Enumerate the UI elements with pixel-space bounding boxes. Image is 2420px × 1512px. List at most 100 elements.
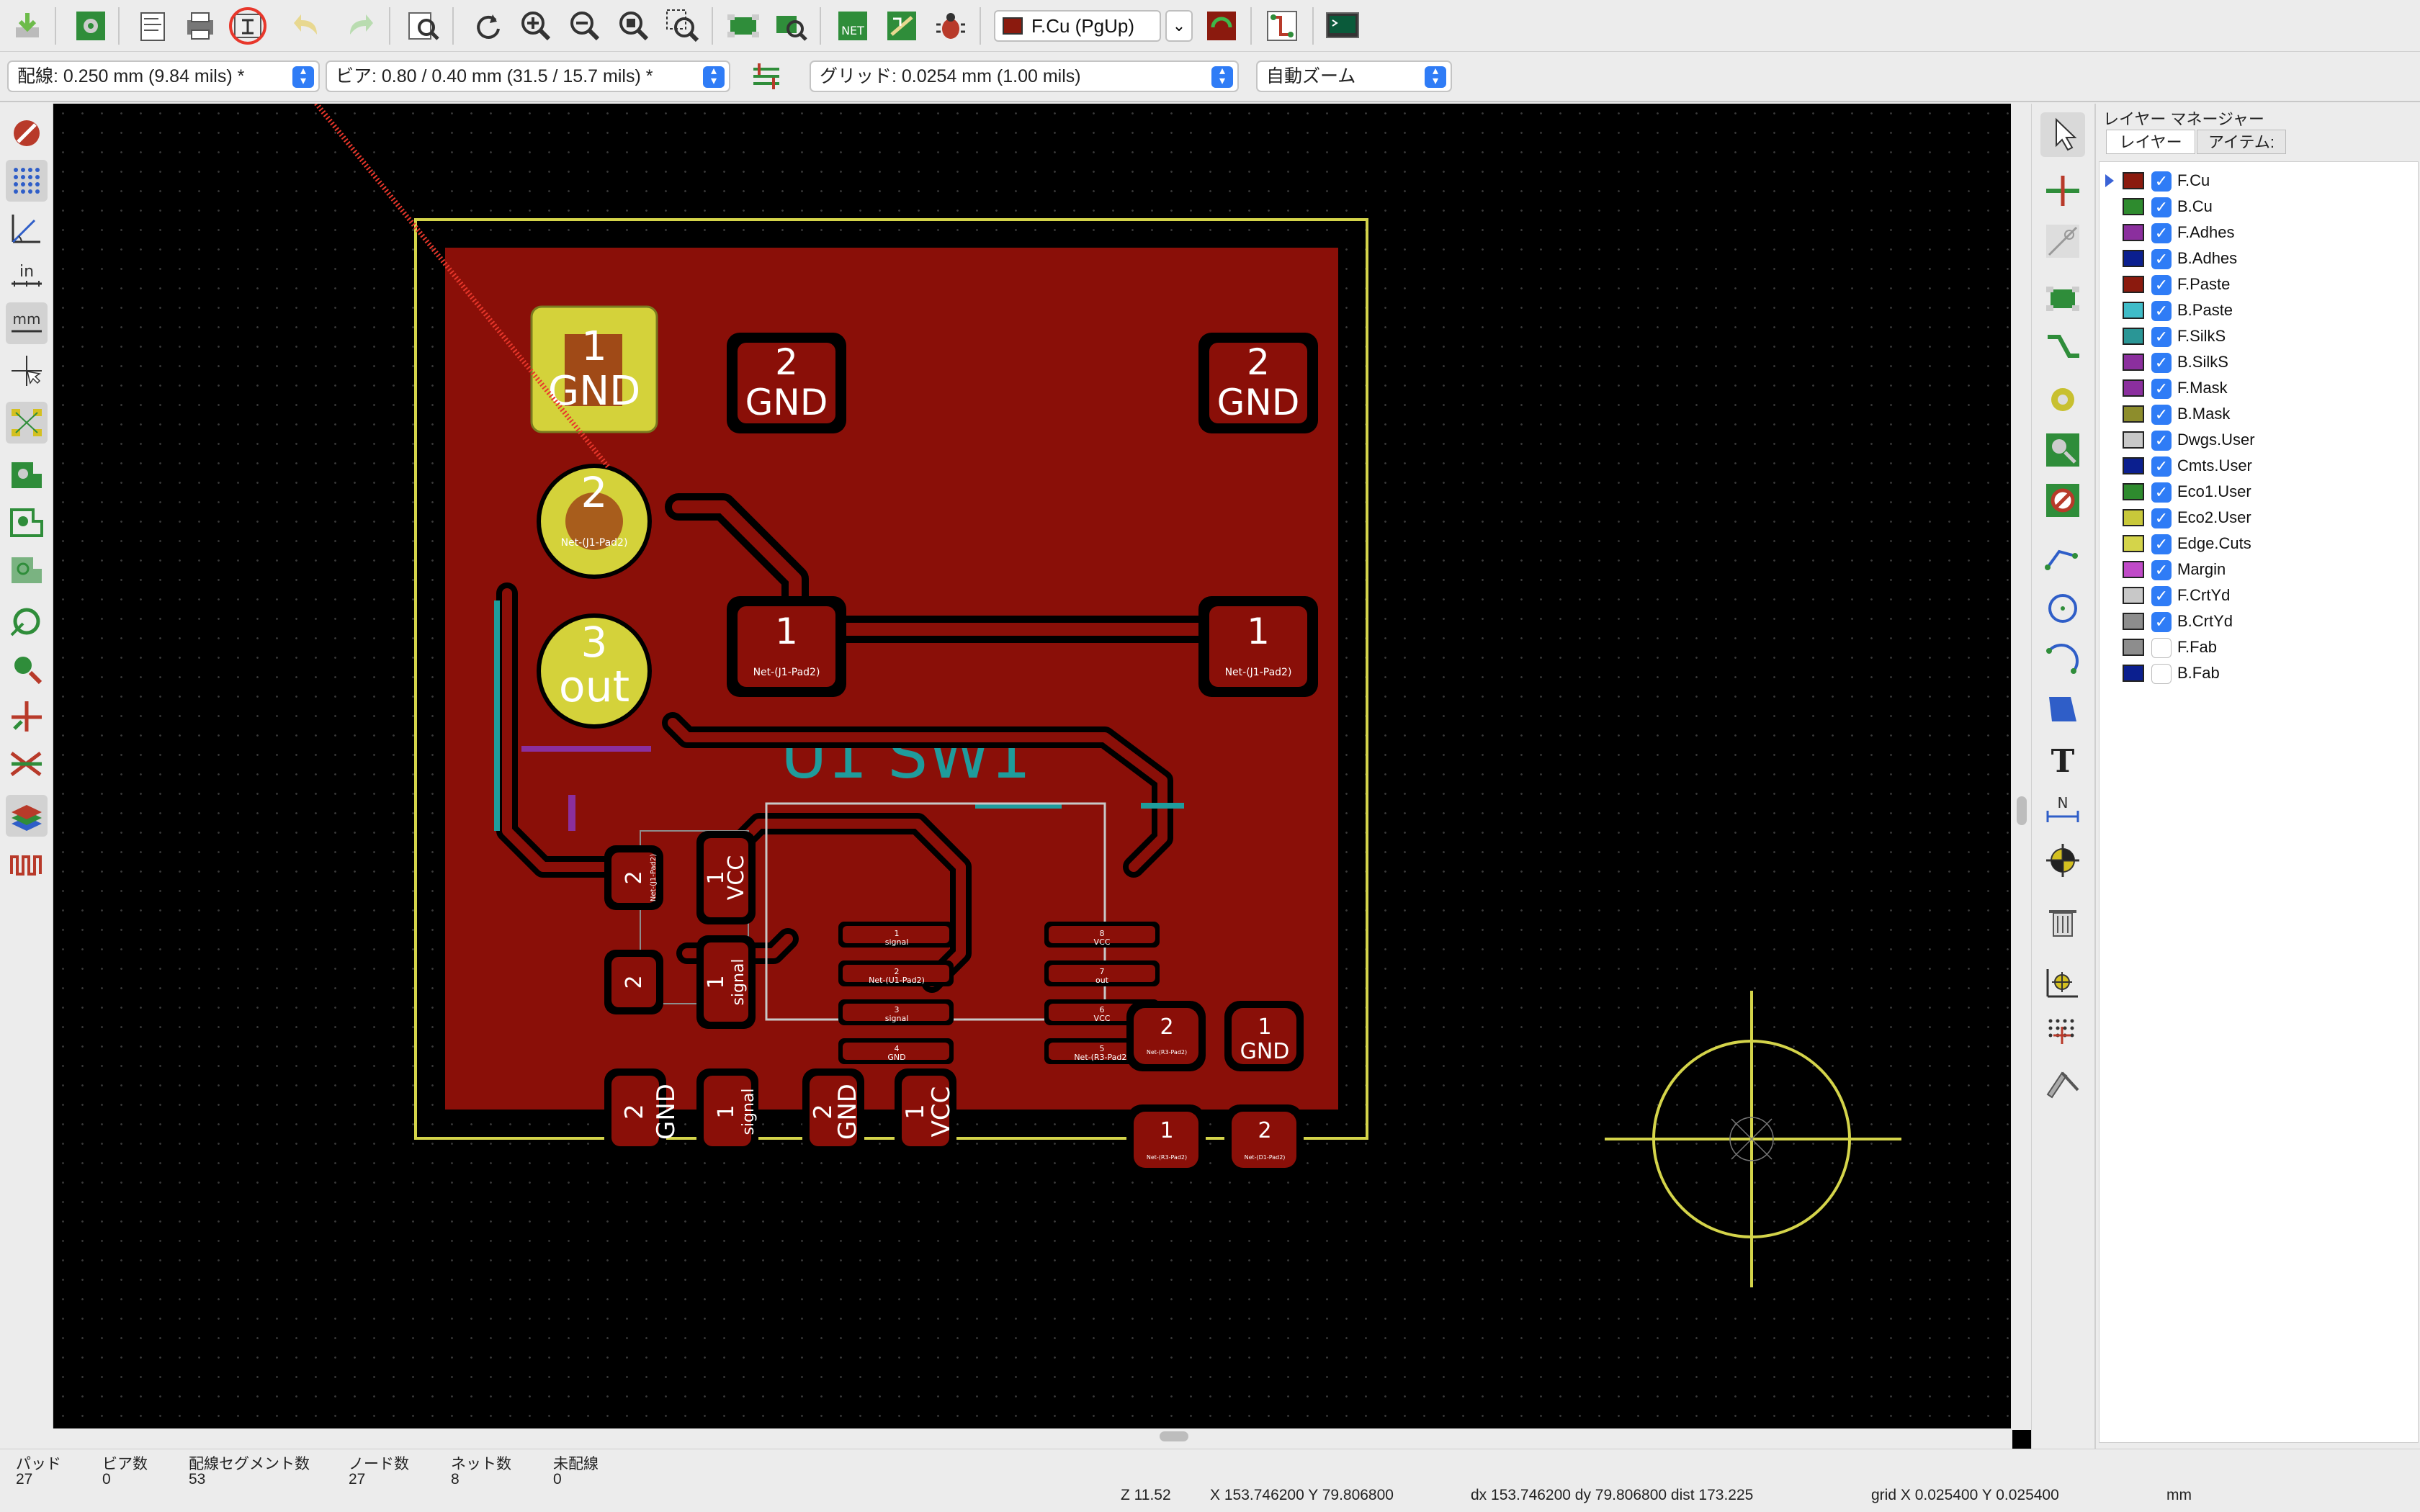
delete-icon[interactable] (2040, 900, 2085, 945)
layer-color-swatch[interactable] (2123, 198, 2144, 215)
layer-color-swatch[interactable] (2123, 354, 2144, 371)
via-sketch-icon[interactable] (6, 648, 48, 690)
zone-outline-icon[interactable] (6, 501, 48, 543)
grid-origin-icon[interactable] (2040, 1011, 2085, 1056)
measure-icon[interactable] (2040, 1061, 2085, 1106)
add-target-icon[interactable] (2040, 838, 2085, 883)
layer-color-swatch[interactable] (2123, 224, 2144, 241)
save-icon[interactable] (7, 6, 48, 46)
cursor-shape-icon[interactable] (6, 350, 48, 392)
layer-row[interactable]: B.Fab (2099, 660, 2416, 686)
track-sketch-icon[interactable] (6, 696, 48, 737)
redo-icon[interactable] (339, 6, 379, 46)
layer-visibility-checkbox[interactable] (2151, 638, 2172, 658)
vertical-scrollbar-thumb[interactable] (2017, 796, 2027, 825)
layer-row[interactable]: ✓ F.Adhes (2099, 220, 2416, 246)
find-icon[interactable] (403, 6, 444, 46)
polar-coords-icon[interactable] (6, 207, 48, 249)
layer-row[interactable]: ✓ F.Mask (2099, 375, 2416, 401)
layer-color-swatch[interactable] (2123, 276, 2144, 293)
netlist-icon[interactable]: NET (833, 6, 873, 46)
layer-row[interactable]: ✓ B.Paste (2099, 297, 2416, 323)
layer-color-swatch[interactable] (2123, 405, 2144, 423)
layer-visibility-checkbox[interactable]: ✓ (2151, 353, 2172, 373)
add-keepout-icon[interactable] (2040, 478, 2085, 523)
add-zone-icon[interactable] (2040, 428, 2085, 472)
draw-line-icon[interactable] (2040, 536, 2085, 580)
update-pcb-icon[interactable] (882, 6, 922, 46)
layer-color-swatch[interactable] (2123, 379, 2144, 397)
layer-row[interactable]: ✓ B.Mask (2099, 401, 2416, 427)
zoom-in-icon[interactable] (516, 6, 556, 46)
layer-color-swatch[interactable] (2123, 431, 2144, 449)
page-settings-icon[interactable] (133, 6, 173, 46)
local-ratsnest-icon[interactable] (2040, 219, 2085, 264)
drc-icon[interactable] (931, 6, 971, 46)
layer-visibility-checkbox[interactable]: ✓ (2151, 482, 2172, 503)
high-contrast-icon[interactable] (6, 743, 48, 785)
layer-row[interactable]: ✓ B.Adhes (2099, 246, 2416, 271)
layer-row[interactable]: ✓ Cmts.User (2099, 453, 2416, 479)
route-track-icon[interactable] (2040, 327, 2085, 372)
add-text-icon[interactable]: T (2040, 737, 2085, 782)
layer-color-swatch[interactable] (2123, 587, 2144, 604)
auto-width-icon[interactable] (746, 56, 786, 96)
layer-visibility-checkbox[interactable]: ✓ (2151, 508, 2172, 528)
grid-select[interactable]: グリッド: 0.0254 mm (1.00 mils) ▴ ▾ (810, 60, 1239, 92)
footprint-editor-icon[interactable] (723, 6, 763, 46)
grid-toggle-icon[interactable] (6, 160, 48, 202)
drc-markers-icon[interactable] (6, 112, 48, 154)
layer-pair-icon[interactable] (1201, 6, 1242, 46)
plot-icon[interactable] (228, 6, 268, 46)
layer-row[interactable]: ✓ F.CrtYd (2099, 582, 2416, 608)
layer-visibility-checkbox[interactable] (2151, 664, 2172, 684)
units-mm-icon[interactable]: mm (6, 302, 48, 344)
add-footprint-icon[interactable] (2040, 276, 2085, 321)
layer-row[interactable]: ✓ Eco1.User (2099, 479, 2416, 505)
layer-row[interactable]: ✓ F.Cu (2099, 168, 2416, 194)
layer-row[interactable]: ✓ Eco2.User (2099, 505, 2416, 531)
layer-color-swatch[interactable] (2123, 509, 2144, 526)
layer-visibility-checkbox[interactable]: ✓ (2151, 327, 2172, 347)
layer-row[interactable]: F.Fab (2099, 634, 2416, 660)
layer-visibility-checkbox[interactable]: ✓ (2151, 301, 2172, 321)
horizontal-scrollbar-thumb[interactable] (1160, 1431, 1188, 1441)
active-layer-select[interactable]: F.Cu (PgUp) (994, 10, 1161, 42)
select-arrow-icon[interactable] (2040, 112, 2085, 157)
layer-visibility-checkbox[interactable]: ✓ (2151, 586, 2172, 606)
layer-row[interactable]: ✓ Dwgs.User (2099, 427, 2416, 453)
draw-circle-icon[interactable] (2040, 586, 2085, 631)
layer-visibility-checkbox[interactable]: ✓ (2151, 612, 2172, 632)
drill-origin-icon[interactable] (2040, 960, 2085, 1005)
layer-color-swatch[interactable] (2123, 302, 2144, 319)
via-size-select[interactable]: ビア: 0.80 / 0.40 mm (31.5 / 15.7 mils) * … (326, 60, 730, 92)
highlight-net-icon[interactable] (2040, 168, 2085, 213)
layer-row[interactable]: ✓ F.SilkS (2099, 323, 2416, 349)
layer-color-swatch[interactable] (2123, 561, 2144, 578)
layer-visibility-checkbox[interactable]: ✓ (2151, 431, 2172, 451)
microwave-toolbar-icon[interactable] (6, 842, 48, 884)
layer-row[interactable]: ✓ Margin (2099, 557, 2416, 582)
add-via-icon[interactable] (2040, 377, 2085, 422)
units-inch-icon[interactable]: in (6, 255, 48, 297)
scripting-console-icon[interactable] (1322, 6, 1363, 46)
layer-visibility-checkbox[interactable]: ✓ (2151, 223, 2172, 243)
layer-color-swatch[interactable] (2123, 665, 2144, 682)
pad-sketch-icon[interactable] (6, 600, 48, 642)
microwave-icon[interactable] (1262, 6, 1302, 46)
zone-sketch-icon[interactable] (6, 549, 48, 590)
layer-row[interactable]: ✓ Edge.Cuts (2099, 531, 2416, 557)
layer-visibility-checkbox[interactable]: ✓ (2151, 197, 2172, 217)
layer-visibility-checkbox[interactable]: ✓ (2151, 456, 2172, 477)
zoom-fit-icon[interactable] (614, 6, 654, 46)
layer-row[interactable]: ✓ B.CrtYd (2099, 608, 2416, 634)
layer-visibility-checkbox[interactable]: ✓ (2151, 249, 2172, 269)
layer-row[interactable]: ✓ F.Paste (2099, 271, 2416, 297)
layer-visibility-checkbox[interactable]: ✓ (2151, 275, 2172, 295)
draw-polygon-icon[interactable] (2040, 687, 2085, 732)
add-dimension-icon[interactable]: N (2040, 788, 2085, 832)
zoom-out-icon[interactable] (565, 6, 605, 46)
zone-fill-icon[interactable] (6, 454, 48, 495)
layer-row[interactable]: ✓ B.Cu (2099, 194, 2416, 220)
tab-layers[interactable]: レイヤー (2106, 130, 2195, 154)
